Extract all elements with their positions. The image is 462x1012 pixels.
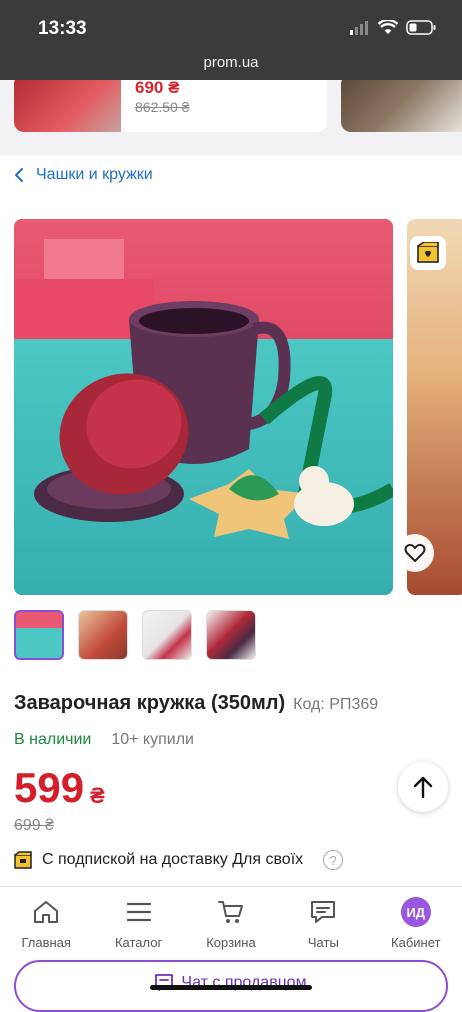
old-price: 699 ₴: [14, 817, 55, 834]
tab-cart-label: Корзина: [206, 935, 256, 950]
tab-cabinet-label: Кабинет: [391, 935, 441, 950]
product-title: Заварочная кружка (350мл): [14, 692, 286, 714]
product-header: Заварочная кружка (350мл) Код: РП369: [14, 692, 378, 715]
favorite-button[interactable]: [396, 534, 434, 572]
mug-illustration: [14, 239, 393, 539]
tab-cart[interactable]: Корзина: [185, 897, 277, 950]
scroll-top-button[interactable]: [398, 762, 448, 812]
cart-icon: [217, 901, 243, 923]
availability-row: В наличии 10+ купили: [14, 731, 194, 749]
product-image[interactable]: [14, 219, 393, 595]
tab-chats-label: Чаты: [307, 935, 339, 950]
thumbnail-2[interactable]: [78, 610, 128, 660]
heart-icon: [404, 543, 426, 562]
recommendation-image: [14, 80, 121, 132]
tab-home-label: Главная: [21, 935, 71, 950]
home-indicator: [150, 985, 312, 990]
signal-icon: [350, 20, 368, 35]
home-icon: [34, 901, 59, 923]
url-domain[interactable]: prom.ua: [0, 54, 462, 71]
thumbnail-3[interactable]: [142, 610, 192, 660]
product-code: Код: РП369: [293, 696, 379, 713]
subscription-label: С подпиской на доставку Для своїх: [42, 851, 304, 868]
subscription-row[interactable]: С подпиской на доставку Для своїх ?: [14, 850, 344, 870]
menu-icon: [126, 902, 151, 922]
gift-badge[interactable]: [410, 236, 446, 270]
tab-catalog[interactable]: Каталог: [93, 897, 185, 950]
thumbnail-strip: [14, 610, 256, 660]
thumbnail-4[interactable]: [206, 610, 256, 660]
wifi-icon: [378, 20, 398, 34]
tab-home[interactable]: Главная: [0, 897, 92, 950]
avatar: ИД: [400, 897, 431, 927]
recommendation-strip: 690 ₴ 862.50 ₴: [0, 80, 462, 155]
tab-chats[interactable]: Чаты: [277, 897, 369, 950]
help-icon[interactable]: ?: [323, 850, 344, 870]
gift-icon: [417, 242, 439, 263]
price-row: 599 ₴: [14, 763, 105, 813]
status-time: 13:33: [38, 18, 87, 39]
recommendation-card-2[interactable]: [341, 80, 462, 132]
tab-cabinet[interactable]: ИД Кабинет: [370, 897, 462, 950]
breadcrumb-label: Чашки и кружки: [36, 166, 153, 183]
box-icon: [14, 851, 32, 869]
chevron-left-icon: [15, 168, 23, 182]
price-currency: ₴: [90, 783, 105, 808]
battery-icon: [406, 20, 436, 35]
purchase-count: 10+ купили: [111, 731, 194, 748]
stock-status: В наличии: [14, 731, 92, 748]
breadcrumb[interactable]: Чашки и кружки: [14, 166, 153, 184]
recommendation-old-price: 862.50 ₴: [135, 99, 190, 115]
tab-catalog-label: Каталог: [114, 935, 163, 950]
chat-icon: [311, 901, 336, 923]
recommendation-card[interactable]: 690 ₴ 862.50 ₴: [14, 80, 327, 132]
status-icons: [350, 20, 436, 35]
product-price: 599: [14, 764, 85, 811]
recommendation-price: 690 ₴: [135, 80, 180, 97]
status-bar: 13:33 prom.ua: [0, 0, 462, 80]
arrow-up-icon: [413, 776, 433, 798]
thumbnail-1[interactable]: [14, 610, 64, 660]
